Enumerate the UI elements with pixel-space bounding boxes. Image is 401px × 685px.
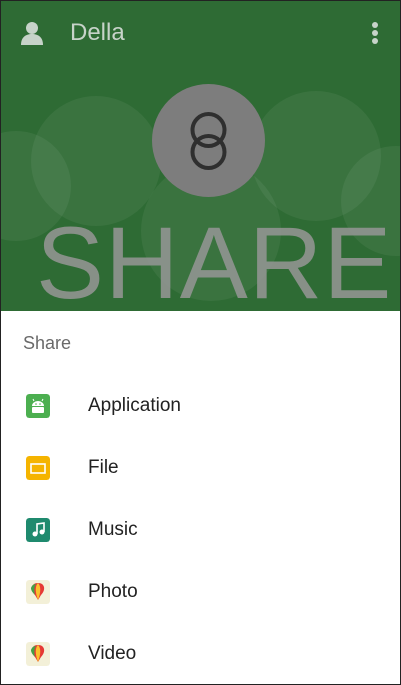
share-item-application[interactable]: Application: [1, 375, 400, 437]
more-vert-icon[interactable]: [371, 21, 379, 45]
video-balloon-icon: [26, 642, 50, 666]
share-item-label: Application: [88, 395, 181, 416]
share-item-label: Music: [88, 519, 138, 540]
share-item-label: File: [88, 457, 119, 478]
photo-balloon-icon: [26, 580, 50, 604]
page-title: Della: [70, 19, 125, 46]
linked-rings-icon: [190, 112, 227, 170]
share-logo: [152, 84, 265, 197]
top-bar: Della: [1, 1, 400, 65]
app-window: Della SHARE Share Application File Music…: [0, 0, 401, 685]
share-item-photo[interactable]: Photo: [1, 561, 400, 623]
share-item-file[interactable]: File: [1, 437, 400, 499]
banner-text: SHARE: [36, 206, 393, 311]
section-label: Share: [23, 333, 72, 353]
share-item-music[interactable]: Music: [1, 499, 400, 561]
folder-icon: [26, 456, 50, 480]
music-note-icon: [26, 518, 50, 542]
android-app-icon: [26, 394, 50, 418]
share-item-label: Photo: [88, 581, 138, 602]
user-icon[interactable]: [21, 21, 43, 45]
hero-banner: Della SHARE: [1, 1, 400, 311]
share-item-label: Video: [88, 643, 137, 664]
share-item-video[interactable]: Video: [1, 623, 400, 684]
